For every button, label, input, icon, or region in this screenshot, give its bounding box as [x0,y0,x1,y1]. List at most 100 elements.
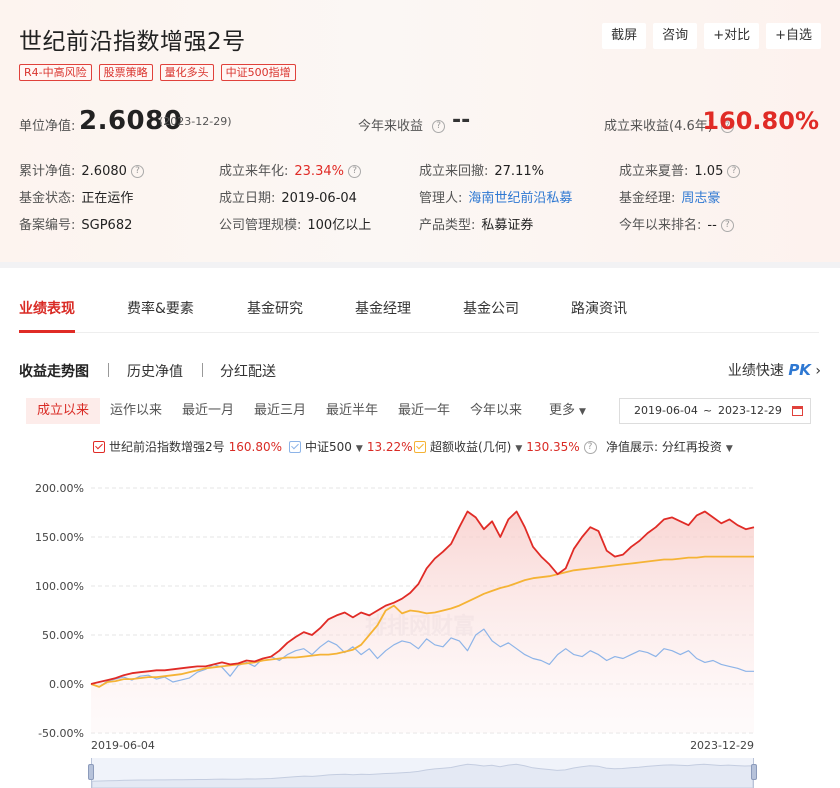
return-trend-chart[interactable]: 200.00% 150.00% 100.00% 50.00% 0.00% -50.00% 2… [0,473,840,758]
x-tick-label: 2019-06-04 [91,739,155,752]
range-more-dropdown[interactable]: 更多 ▼ [549,398,586,424]
help-icon[interactable]: ? [131,165,145,178]
watchlist-button[interactable]: +自选 [766,23,821,49]
checkbox-icon [93,441,105,453]
slider-handle-left[interactable] [88,764,94,780]
help-icon[interactable]: ? [348,165,362,178]
pk-label: PK [788,361,811,379]
product-type: 产品类型: 私募证券 [419,214,533,233]
detail-label: 成立来夏普: [619,164,689,179]
fund-tags: R4-中高风险 股票策略 量化多头 中证500指增 [19,64,296,81]
tab-manager[interactable]: 基金经理 [355,298,411,318]
legend-index[interactable]: 中证500 ▼ 13.22% [289,438,413,455]
start-date: 2019-06-04 [634,404,698,417]
help-icon[interactable]: ? [432,120,446,133]
y-tick-label: 100.00% [35,580,84,593]
screenshot-button[interactable]: 截屏 [602,23,647,49]
max-drawdown: 成立来回撤: 27.11% [419,160,544,179]
detail-value: 私募证券 [481,218,534,233]
range-1y[interactable]: 最近一年 [398,398,450,424]
manager-company-link[interactable]: 海南世纪前沿私募 [468,191,572,206]
since-inception-value: 160.80% [702,107,819,135]
range-more-label: 更多 [549,403,576,418]
help-icon[interactable]: ? [720,219,734,232]
slider-handle-right[interactable] [751,764,757,780]
caret-down-icon: ▼ [579,407,586,417]
help-icon[interactable]: ? [583,441,597,454]
detail-label: 成立日期: [219,191,276,206]
range-6m[interactable]: 最近半年 [326,398,378,424]
detail-label: 基金经理: [619,191,676,206]
fund-status: 基金状态: 正在运作 [19,187,133,206]
detail-value: SGP682 [81,218,133,233]
range-zoom-slider[interactable] [88,758,757,788]
legend-fund[interactable]: 世纪前沿指数增强2号 160.80% [93,438,282,455]
detail-value: 2019-06-04 [281,191,357,206]
legend-name: 超额收益(几何) [430,440,512,454]
detail-label: 管理人: [419,191,463,206]
help-icon[interactable]: ? [727,165,741,178]
legend-value: 13.22% [366,440,413,454]
legend-value: 130.35% [526,440,580,454]
detail-value: 27.11% [494,164,544,179]
range-since-inception[interactable]: 成立以来 [26,398,101,424]
detail-label: 今年以来排名: [619,218,702,233]
range-3m[interactable]: 最近三月 [254,398,306,424]
y-tick-label: -50.00% [38,727,84,740]
detail-value: 23.34% [294,164,344,179]
subtab-dividends[interactable]: 分红配送 [220,361,276,381]
cumulative-nav: 累计净值: 2.6080 ? [19,160,145,179]
fund-manager: 基金经理: 周志豪 [619,187,720,206]
range-1m[interactable]: 最近一月 [182,398,234,424]
legend-excess[interactable]: 超额收益(几何) ▼ 130.35% ? [414,438,597,455]
caret-down-icon: ▼ [355,444,363,454]
detail-value: -- [707,218,717,233]
since-inception-label-text: 成立来收益(4.6年) [604,119,713,134]
detail-label: 基金状态: [19,191,76,206]
tab-research[interactable]: 基金研究 [247,298,303,318]
subtab-nav-history[interactable]: 历史净值 [127,361,183,381]
strategy-tag: 股票策略 [98,64,153,81]
tab-roadshow[interactable]: 路演资讯 [571,298,627,318]
tab-company[interactable]: 基金公司 [463,298,519,318]
quick-pk-link[interactable]: 业绩快速 PK › [728,360,821,380]
checkbox-icon [414,441,426,453]
y-tick-label: 0.00% [49,678,84,691]
detail-label: 累计净值: [19,164,76,179]
tab-performance[interactable]: 业绩表现 [19,298,75,318]
compare-button[interactable]: +对比 [704,23,760,49]
chevron-right-icon: › [815,363,821,379]
header-actions: 截屏 咨询 +对比 +自选 [602,23,821,49]
range-since-operation[interactable]: 运作以来 [110,398,162,424]
main-tabs: 业绩表现 费率&要素 基金研究 基金经理 基金公司 路演资讯 [19,268,819,333]
subtab-return-trend[interactable]: 收益走势图 [19,361,89,381]
tab-fees[interactable]: 费率&要素 [127,298,194,318]
detail-label: 产品类型: [419,218,476,233]
detail-label: 成立来回撤: [419,164,489,179]
fund-summary-card: 世纪前沿指数增强2号 R4-中高风险 股票策略 量化多头 中证500指增 截屏 … [0,0,840,262]
registration-number: 备案编号: SGP682 [19,214,132,233]
detail-value: 1.05 [694,164,724,179]
nav-display-label: 净值展示: [606,440,659,454]
detail-label: 公司管理规模: [219,218,302,233]
date-separator: ~ [703,404,713,417]
range-ytd[interactable]: 今年以来 [470,398,522,424]
risk-tag: R4-中高风险 [19,64,92,81]
nav-display-select[interactable]: 净值展示: 分红再投资 ▼ [606,438,733,455]
calendar-icon [792,406,803,416]
ytd-return-label-text: 今年来收益 [358,119,424,134]
fund-manager-link[interactable]: 周志豪 [681,191,720,206]
slider-mini-chart [92,763,753,788]
consult-button[interactable]: 咨询 [653,23,698,49]
ytd-rank: 今年以来排名: -- ? [619,214,734,233]
ytd-return-label: 今年来收益 ? [358,115,446,134]
divider [108,363,109,377]
detail-value: 100亿以上 [307,218,372,233]
legend-value: 160.80% [228,440,283,454]
quick-pk-label: 业绩快速 [727,363,784,379]
nav-date: (2023-12-29) [159,115,232,128]
detail-label: 成立来年化: [219,164,289,179]
y-tick-label: 200.00% [35,482,84,495]
date-range-picker[interactable]: 2019-06-04 ~ 2023-12-29 [619,398,811,424]
details-row: 备案编号: SGP682 公司管理规模: 100亿以上 产品类型: 私募证券 今年以来… [19,214,829,241]
